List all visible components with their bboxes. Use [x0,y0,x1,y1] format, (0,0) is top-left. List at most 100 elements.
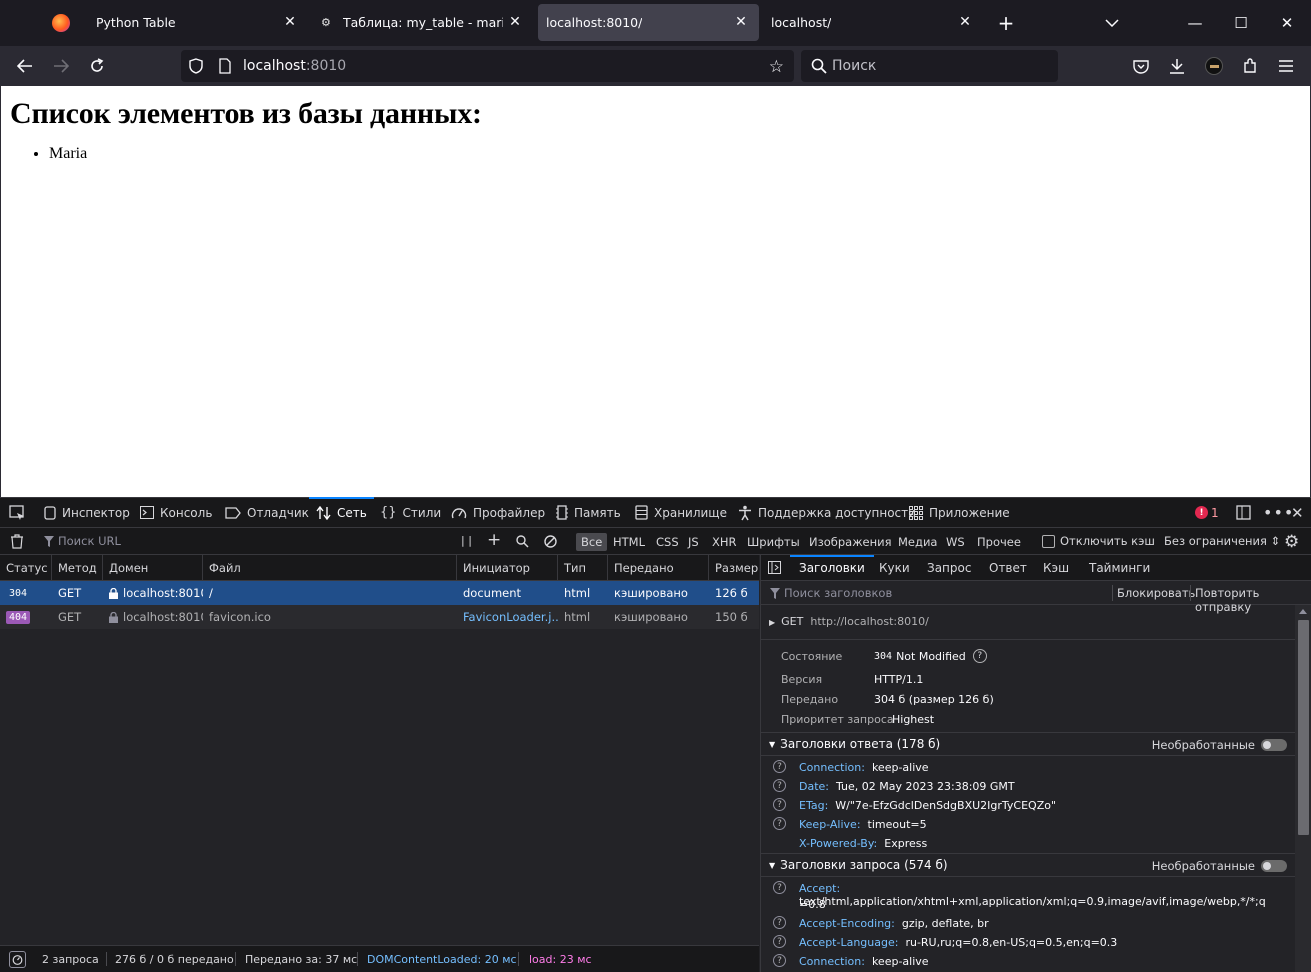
scroll-up-arrow[interactable] [1299,609,1307,614]
search-icon[interactable] [516,535,529,548]
bookmark-star-icon[interactable]: ☆ [769,57,784,77]
tab-accessibility[interactable]: Поддержка доступности [738,498,916,527]
filter-ws[interactable]: WS [941,533,970,551]
tab-memory[interactable]: Память [556,498,621,527]
headers-filter-input[interactable]: Поиск заголовков [784,586,892,600]
add-request-icon[interactable]: + [487,530,501,550]
network-settings-gear-icon[interactable]: ⚙ [1284,532,1299,552]
maximize-button[interactable]: ☐ [1218,0,1264,46]
tab-storage[interactable]: Хранилище [635,498,727,527]
tab-timings[interactable]: Тайминги [1089,555,1150,580]
tab-application[interactable]: Приложение [909,498,1010,527]
tab-network[interactable]: Сеть [309,497,374,527]
filter-xhr[interactable]: XHR [707,533,742,551]
table-row[interactable]: 304 GET localhost:8010 / document html к… [0,581,759,605]
url-bar[interactable]: localhost:8010 ☆ [181,50,794,82]
response-headers-section[interactable]: ▼ Заголовки ответа (178 б) Необработанны… [761,732,1295,756]
close-devtools-icon[interactable]: ✕ [1291,498,1304,527]
disable-cache-checkbox[interactable] [1042,535,1055,548]
help-icon[interactable]: ? [773,779,786,792]
new-tab-button[interactable]: + [983,0,1029,46]
element-picker-icon[interactable] [9,498,25,527]
help-icon[interactable]: ? [773,798,786,811]
filter-images[interactable]: Изображения [804,533,897,551]
account-avatar-icon[interactable] [1202,54,1226,78]
close-icon[interactable]: ✕ [957,14,973,30]
help-icon[interactable]: ? [773,817,786,830]
pocket-icon[interactable] [1129,54,1153,78]
tab-styles[interactable]: {} Стили [380,498,441,527]
help-icon[interactable]: ? [773,954,786,967]
col-file[interactable]: Файл [203,555,457,580]
close-icon[interactable]: ✕ [507,14,523,30]
help-icon[interactable]: ? [773,760,786,773]
performance-timer-icon[interactable] [9,951,26,968]
help-icon[interactable]: ? [773,881,786,894]
filter-css[interactable]: CSS [651,533,684,551]
tab-cache[interactable]: Кэш [1043,555,1069,580]
tab-localhost[interactable]: localhost/ ✕ [763,4,983,41]
hamburger-menu-icon[interactable] [1274,54,1298,78]
tab-mariadb[interactable]: ⚙ Таблица: my_table - mariadb - ✕ [313,4,533,41]
tab-request[interactable]: Запрос [927,555,971,580]
col-transferred[interactable]: Передано [608,555,709,580]
initiator-link[interactable]: FaviconLoader.j... [457,605,558,629]
scrollbar[interactable] [1295,605,1311,972]
throttle-select[interactable]: Без ограничения ⇕ [1164,534,1280,548]
raw-toggle[interactable] [1261,860,1287,872]
dock-options-icon[interactable] [1236,498,1251,527]
search-icon [811,58,827,74]
toggle-sidebar-icon[interactable] [768,561,781,574]
filter-html[interactable]: HTML [608,533,650,551]
help-icon[interactable]: ? [773,935,786,948]
error-count-badge[interactable]: ! 1 [1195,498,1219,527]
url-filter-input[interactable]: Поиск URL [58,534,121,548]
minimize-button[interactable]: — [1172,0,1218,46]
block-button[interactable]: Блокировать [1117,586,1195,600]
filter-other[interactable]: Прочее [972,533,1026,551]
tab-cookies[interactable]: Куки [879,555,910,580]
window-close-button[interactable]: ✕ [1264,0,1310,46]
reload-button[interactable] [85,54,109,78]
request-headers-section[interactable]: ▼ Заголовки запроса (574 б) Необработанн… [761,853,1295,877]
tab-console[interactable]: Консоль [140,498,212,527]
filter-all[interactable]: Все [576,533,608,551]
search-box[interactable]: Поиск [801,50,1058,82]
col-size[interactable]: Размер [709,555,759,580]
downloads-icon[interactable] [1165,54,1189,78]
col-initiator[interactable]: Инициатор [457,555,558,580]
tab-debugger[interactable]: Отладчик [225,498,309,527]
tab-headers[interactable]: Заголовки [790,555,874,580]
help-icon[interactable]: ? [773,916,786,929]
page-info-icon[interactable] [219,58,231,74]
tab-list-chevron-icon[interactable] [1089,0,1135,46]
col-domain[interactable]: Домен [103,555,203,580]
tab-inspector[interactable]: Инспектор [44,498,130,527]
filter-media[interactable]: Медиа [893,533,942,551]
block-urls-icon[interactable] [544,535,557,548]
scrollbar-thumb[interactable] [1298,620,1309,835]
filter-fonts[interactable]: Шрифты [742,533,805,551]
extensions-icon[interactable] [1238,54,1262,78]
close-icon[interactable]: ✕ [282,14,298,30]
firefox-menu-icon[interactable] [52,14,70,32]
tab-response[interactable]: Ответ [989,555,1027,580]
tracking-shield-icon[interactable] [189,58,203,74]
close-icon[interactable]: ✕ [733,14,749,30]
back-button[interactable] [13,54,37,78]
tab-profiler[interactable]: Профайлер [451,498,545,527]
table-row[interactable]: 404 GET localhost:8010 favicon.ico Favic… [0,605,759,629]
pause-icon[interactable]: | | [461,534,472,547]
tab-localhost-8010[interactable]: localhost:8010/ ✕ [538,4,759,41]
col-method[interactable]: Метод [52,555,103,580]
forward-button[interactable] [49,54,73,78]
filter-js[interactable]: JS [683,533,704,551]
clear-log-trash-icon[interactable] [10,534,24,549]
help-icon[interactable]: ? [972,649,987,663]
col-status[interactable]: Статус [0,555,52,580]
raw-toggle[interactable] [1261,739,1287,751]
more-options-icon[interactable]: ••• [1263,498,1294,527]
tab-python-table[interactable]: Python Table ✕ [88,4,308,41]
request-line[interactable]: ▶ GET http://localhost:8010/ [769,615,929,628]
col-type[interactable]: Тип [558,555,608,580]
